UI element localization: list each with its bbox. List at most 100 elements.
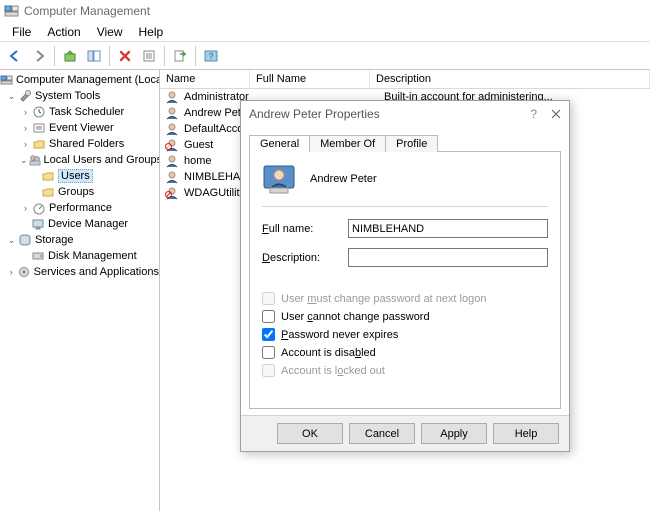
- fullname-input[interactable]: [348, 219, 548, 238]
- disk-icon: [30, 248, 46, 264]
- forward-button[interactable]: [28, 45, 50, 67]
- tools-icon: [17, 88, 33, 104]
- services-icon: [16, 264, 31, 280]
- check-must-change: User must change password at next logon: [262, 292, 548, 305]
- tabstrip: General Member Of Profile: [249, 129, 561, 151]
- check-never-expires[interactable]: Password never expires: [262, 328, 548, 341]
- tree-device-manager[interactable]: Device Manager: [48, 218, 128, 230]
- user-icon: [164, 89, 180, 105]
- window-title: Computer Management: [24, 4, 150, 18]
- apply-button[interactable]: Apply: [421, 423, 487, 444]
- computer-icon: [0, 72, 14, 88]
- expand-icon[interactable]: ›: [20, 139, 31, 149]
- dialog-titlebar[interactable]: Andrew Peter Properties ?: [241, 101, 569, 127]
- app-icon: [4, 3, 20, 19]
- description-input[interactable]: [348, 248, 548, 267]
- toolbar-separator: [54, 46, 55, 66]
- menu-action[interactable]: Action: [39, 23, 88, 41]
- help-button[interactable]: Help: [493, 423, 559, 444]
- toolbar: ?: [0, 42, 650, 70]
- description-label: Description:: [262, 252, 348, 264]
- check-cannot-change[interactable]: User cannot change password: [262, 310, 548, 323]
- folder-share-icon: [31, 136, 47, 152]
- svg-text:?: ?: [209, 52, 214, 61]
- expand-icon[interactable]: ›: [20, 107, 31, 117]
- tree-services[interactable]: Services and Applications: [34, 266, 159, 278]
- delete-button[interactable]: [114, 45, 136, 67]
- dialog-title: Andrew Peter Properties: [249, 107, 380, 121]
- ok-button[interactable]: OK: [277, 423, 343, 444]
- tab-profile[interactable]: Profile: [385, 135, 438, 152]
- properties-button[interactable]: [138, 45, 160, 67]
- user-icon: [164, 121, 180, 137]
- expand-icon[interactable]: ›: [6, 267, 16, 277]
- clock-icon: [31, 104, 47, 120]
- show-hide-tree-button[interactable]: [83, 45, 105, 67]
- tree-users[interactable]: Users: [58, 169, 93, 183]
- menu-file[interactable]: File: [4, 23, 39, 41]
- tree-shared-folders[interactable]: Shared Folders: [49, 138, 124, 150]
- folder-icon: [40, 184, 56, 200]
- checkbox-cannot-change[interactable]: [262, 310, 275, 323]
- tree-groups[interactable]: Groups: [58, 186, 94, 198]
- tab-panel-general: Andrew Peter Full name: Description: Use…: [249, 151, 561, 409]
- tree-performance[interactable]: Performance: [49, 202, 112, 214]
- export-button[interactable]: [169, 45, 191, 67]
- properties-dialog: Andrew Peter Properties ? General Member…: [240, 100, 570, 452]
- tab-memberof[interactable]: Member Of: [309, 135, 386, 152]
- expand-icon[interactable]: ⌄: [6, 235, 17, 246]
- menubar: File Action View Help: [0, 22, 650, 42]
- user-disabled-icon: [164, 185, 180, 201]
- window-titlebar: Computer Management: [0, 0, 650, 22]
- expand-icon[interactable]: ⌄: [20, 155, 28, 166]
- checkbox-locked: [262, 364, 275, 377]
- user-avatar-icon: [262, 162, 296, 196]
- dialog-button-row: OK Cancel Apply Help: [241, 415, 569, 451]
- expand-icon[interactable]: ⌄: [6, 91, 17, 102]
- user-display-name: Andrew Peter: [310, 173, 377, 185]
- back-button[interactable]: [4, 45, 26, 67]
- toolbar-separator: [195, 46, 196, 66]
- tree-local-users[interactable]: Local Users and Groups: [44, 154, 160, 166]
- event-icon: [31, 120, 47, 136]
- checkbox-must-change: [262, 292, 275, 305]
- device-icon: [30, 216, 46, 232]
- tree-disk-management[interactable]: Disk Management: [48, 250, 137, 262]
- toolbar-separator: [109, 46, 110, 66]
- list-header: Name Full Name Description: [160, 70, 650, 89]
- tree-task-scheduler[interactable]: Task Scheduler: [49, 106, 124, 118]
- menu-view[interactable]: View: [89, 23, 131, 41]
- tree-storage[interactable]: Storage: [35, 234, 74, 246]
- tree-event-viewer[interactable]: Event Viewer: [49, 122, 114, 134]
- users-icon: [28, 152, 42, 168]
- divider: [262, 206, 548, 207]
- help-icon[interactable]: ?: [530, 107, 537, 121]
- checkbox-disabled[interactable]: [262, 346, 275, 359]
- tree-system-tools[interactable]: System Tools: [35, 90, 100, 102]
- col-name[interactable]: Name: [160, 70, 250, 88]
- expand-icon[interactable]: ›: [20, 203, 31, 213]
- user-icon: [164, 153, 180, 169]
- col-description[interactable]: Description: [370, 70, 650, 88]
- user-icon: [164, 105, 180, 121]
- help-button[interactable]: ?: [200, 45, 222, 67]
- cancel-button[interactable]: Cancel: [349, 423, 415, 444]
- tree-root[interactable]: Computer Management (Local: [16, 74, 160, 86]
- tab-general[interactable]: General: [249, 135, 310, 152]
- storage-icon: [17, 232, 33, 248]
- fullname-label: Full name:: [262, 223, 348, 235]
- folder-icon: [40, 168, 56, 184]
- menu-help[interactable]: Help: [131, 23, 172, 41]
- up-button[interactable]: [59, 45, 81, 67]
- user-icon: [164, 169, 180, 185]
- perf-icon: [31, 200, 47, 216]
- check-locked: Account is locked out: [262, 364, 548, 377]
- close-icon[interactable]: [551, 109, 561, 119]
- expand-icon[interactable]: ›: [20, 123, 31, 133]
- col-fullname[interactable]: Full Name: [250, 70, 370, 88]
- user-disabled-icon: [164, 137, 180, 153]
- checkbox-never-expires[interactable]: [262, 328, 275, 341]
- check-disabled[interactable]: Account is disabled: [262, 346, 548, 359]
- toolbar-separator: [164, 46, 165, 66]
- tree-pane[interactable]: Computer Management (Local ⌄ System Tools…: [0, 70, 160, 511]
